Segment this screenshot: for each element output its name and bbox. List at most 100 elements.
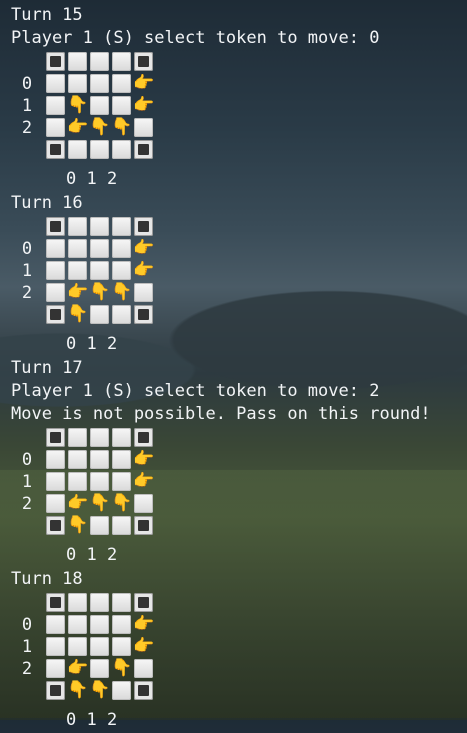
row-label: 1 [21, 261, 33, 281]
corner-block-icon [134, 52, 153, 71]
corner-block-icon [134, 593, 153, 612]
row-label: 0 [21, 74, 33, 94]
corner-block-icon [46, 593, 65, 612]
hand-pointing-down-icon: 👇 [89, 493, 111, 513]
board-cell [90, 472, 109, 491]
turn-heading: Turn 15 [11, 5, 83, 25]
board-cell [112, 52, 131, 71]
board-cell [112, 217, 131, 236]
corner-block-icon [46, 681, 65, 700]
game-board: 👉 👉 👉 👇 👇 👇 0 1 2 0 1 2 [11, 215, 467, 354]
corner-block-icon [134, 681, 153, 700]
hand-pointing-right-icon: 👉 [133, 471, 155, 491]
corner-block-icon [46, 428, 65, 447]
hand-pointing-down-icon: 👇 [67, 680, 89, 700]
corner-block-icon [134, 516, 153, 535]
corner-block-icon [46, 217, 65, 236]
board-cell [134, 118, 153, 137]
row-label: 2 [21, 118, 33, 138]
board-cell [46, 494, 65, 513]
board-cell [112, 140, 131, 159]
board-cell [68, 239, 87, 258]
board-cell [90, 239, 109, 258]
board-cell [68, 472, 87, 491]
turn-heading: Turn 17 [11, 358, 83, 378]
board-cell [112, 261, 131, 280]
corner-block-icon [46, 140, 65, 159]
hand-pointing-down-icon: 👇 [111, 117, 133, 137]
hand-pointing-down-icon: 👇 [89, 282, 111, 302]
hand-pointing-down-icon: 👇 [111, 282, 133, 302]
row-label: 2 [21, 283, 33, 303]
board-cell [90, 305, 109, 324]
hand-pointing-right-icon: 👉 [67, 658, 89, 678]
turn-heading: Turn 16 [11, 193, 83, 213]
board-cell [134, 659, 153, 678]
board-cell [68, 140, 87, 159]
board-cell [46, 96, 65, 115]
board-cell [90, 637, 109, 656]
console-message: Player 1 (S) select token to move: 0 [11, 28, 380, 48]
hand-pointing-down-icon: 👇 [89, 680, 111, 700]
board-cell [112, 450, 131, 469]
board-cell [68, 217, 87, 236]
hand-pointing-down-icon: 👇 [67, 304, 89, 324]
hand-pointing-right-icon: 👉 [133, 260, 155, 280]
board-cell [90, 140, 109, 159]
console-message: Move is not possible. Pass on this round… [11, 404, 431, 424]
corner-block-icon [46, 305, 65, 324]
row-label: 2 [21, 659, 33, 679]
hand-pointing-right-icon: 👉 [67, 117, 89, 137]
board-cell [68, 615, 87, 634]
board-cell [112, 428, 131, 447]
column-labels: 0 1 2 [66, 545, 118, 565]
hand-pointing-right-icon: 👉 [133, 73, 155, 93]
board-cell [90, 593, 109, 612]
board-cell [134, 494, 153, 513]
board-cell [68, 74, 87, 93]
board-cell [112, 615, 131, 634]
board-cell [112, 74, 131, 93]
terminal-output: Turn 15 Player 1 (S) select token to move… [11, 4, 467, 733]
row-label: 2 [21, 494, 33, 514]
hand-pointing-right-icon: 👉 [133, 95, 155, 115]
hand-pointing-right-icon: 👉 [67, 282, 89, 302]
board-cell [68, 450, 87, 469]
hand-pointing-down-icon: 👇 [111, 493, 133, 513]
row-label: 0 [21, 239, 33, 259]
game-board: 👉 👉 👉 👇 👇 👇 0 1 2 0 1 2 [11, 591, 467, 730]
board-cell [46, 118, 65, 137]
board-cell [90, 52, 109, 71]
board-cell [112, 305, 131, 324]
board-cell [112, 681, 131, 700]
hand-pointing-down-icon: 👇 [67, 95, 89, 115]
board-cell [46, 74, 65, 93]
row-label: 0 [21, 615, 33, 635]
hand-pointing-down-icon: 👇 [111, 658, 133, 678]
board-cell [46, 450, 65, 469]
board-cell [68, 593, 87, 612]
hand-pointing-right-icon: 👉 [133, 636, 155, 656]
row-label: 1 [21, 472, 33, 492]
turn-heading: Turn 18 [11, 569, 83, 589]
corner-block-icon [46, 52, 65, 71]
board-cell [112, 472, 131, 491]
board-cell [90, 217, 109, 236]
console-message: Player 1 (S) select token to move: 2 [11, 381, 380, 401]
board-cell [46, 239, 65, 258]
corner-block-icon [134, 140, 153, 159]
board-cell [90, 74, 109, 93]
board-cell [46, 615, 65, 634]
board-cell [90, 516, 109, 535]
board-cell [90, 450, 109, 469]
board-cell [68, 428, 87, 447]
corner-block-icon [46, 516, 65, 535]
board-cell [46, 637, 65, 656]
row-label: 0 [21, 450, 33, 470]
column-labels: 0 1 2 [66, 169, 118, 189]
hand-pointing-right-icon: 👉 [133, 238, 155, 258]
board-cell [112, 637, 131, 656]
board-cell [46, 472, 65, 491]
board-cell [68, 637, 87, 656]
board-cell [68, 261, 87, 280]
